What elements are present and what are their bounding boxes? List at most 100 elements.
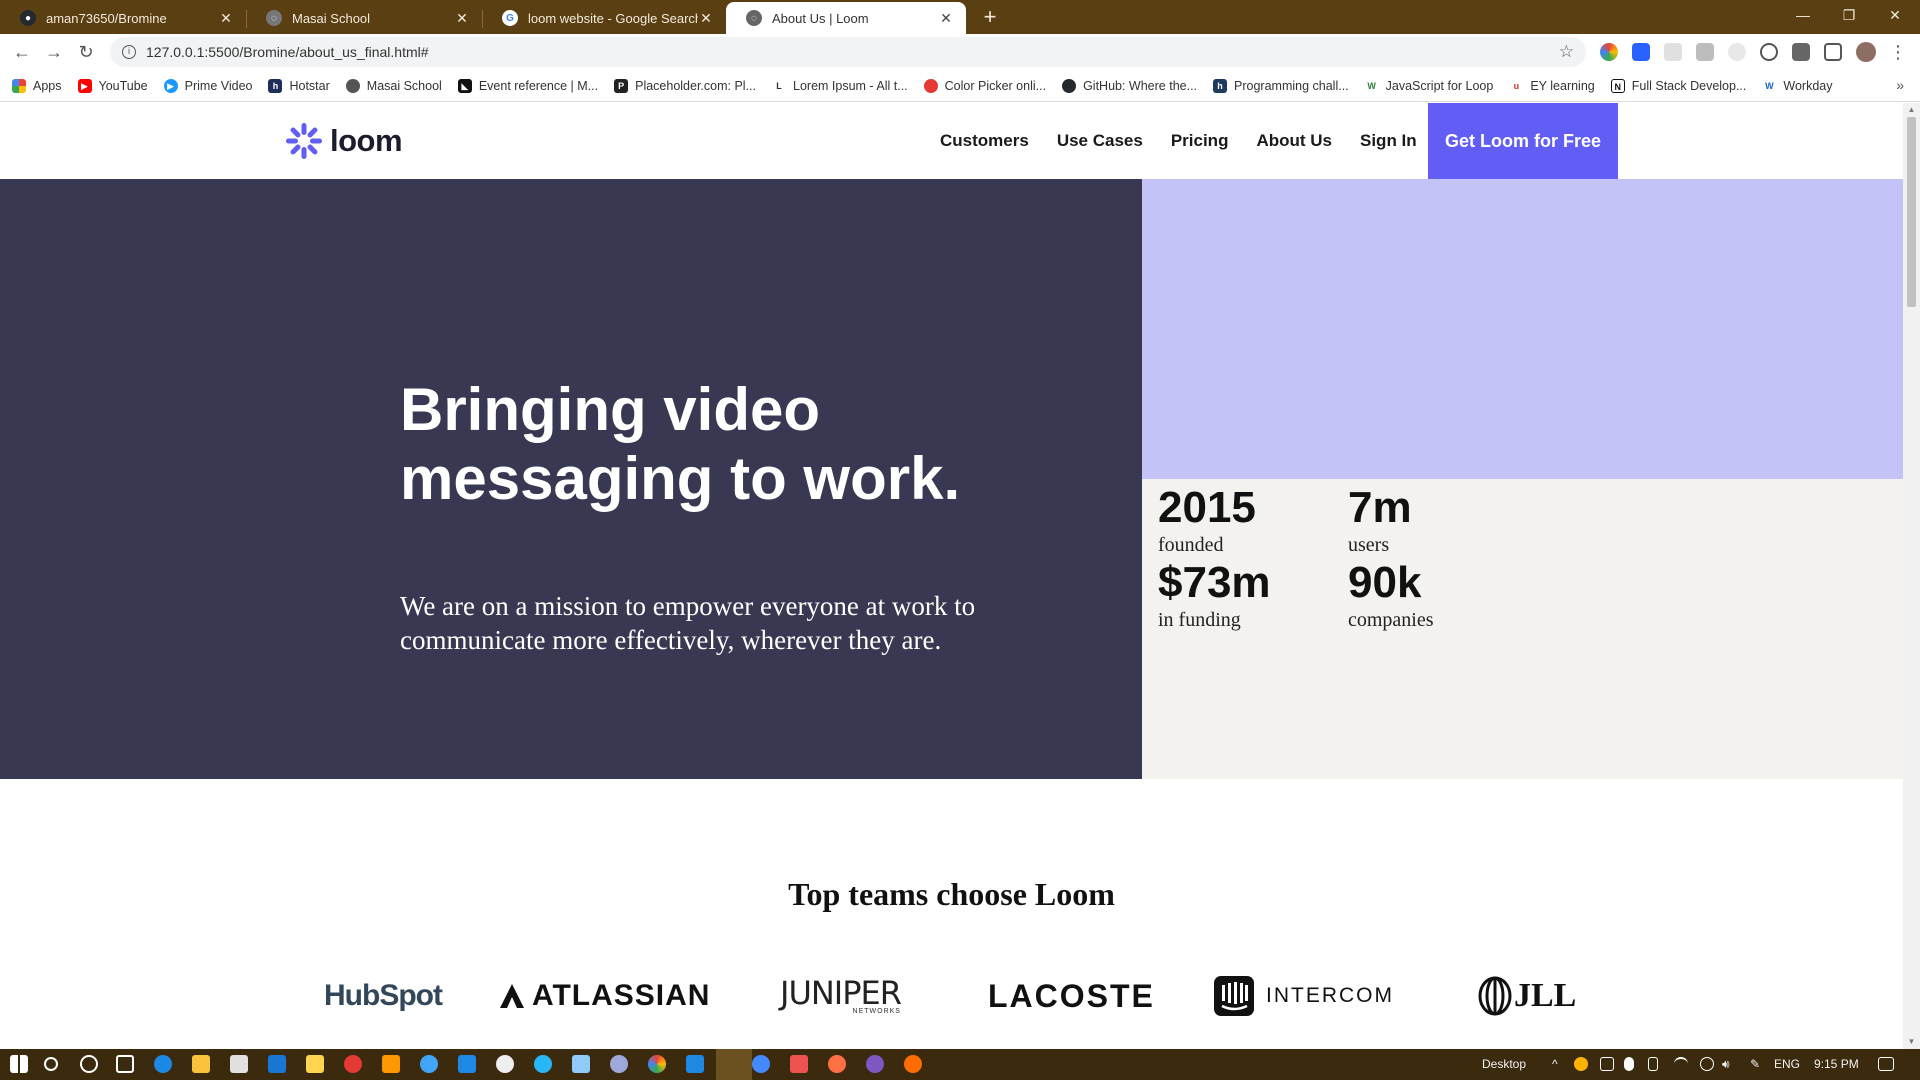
close-tab-icon[interactable]: ✕ — [218, 10, 234, 27]
nav-about-us[interactable]: About Us — [1256, 131, 1332, 151]
extension-icon[interactable] — [1728, 43, 1746, 61]
bookmark-item[interactable]: u EY learning — [1509, 78, 1595, 93]
bookmark-item[interactable]: L Lorem Ipsum - All t... — [772, 78, 908, 93]
puzzle-extensions-icon[interactable] — [1792, 43, 1810, 61]
language-indicator[interactable]: ENG — [1774, 1057, 1800, 1071]
tray-icon[interactable] — [1624, 1057, 1634, 1071]
app-icon[interactable] — [306, 1055, 324, 1073]
app-icon[interactable] — [828, 1055, 846, 1073]
vscode-icon[interactable] — [686, 1055, 704, 1073]
nav-customers[interactable]: Customers — [940, 131, 1029, 151]
bookmark-star-icon[interactable]: ☆ — [1559, 42, 1574, 62]
prime-video-icon: ▶ — [163, 78, 178, 93]
cortana-icon[interactable] — [80, 1055, 98, 1073]
notepad-icon[interactable] — [572, 1055, 590, 1073]
show-hidden-icons[interactable]: ^ — [1552, 1057, 1558, 1071]
file-explorer-icon[interactable] — [192, 1055, 210, 1073]
bookmark-item[interactable]: Color Picker onli... — [923, 78, 1046, 93]
color-extension-icon[interactable] — [1600, 43, 1618, 61]
app-icon[interactable] — [382, 1055, 400, 1073]
bookmark-item[interactable]: ▶ Prime Video — [163, 78, 252, 93]
intercom-logo: INTERCOM — [1214, 973, 1394, 1019]
close-tab-icon[interactable]: ✕ — [698, 10, 714, 27]
chrome-icon[interactable] — [648, 1055, 666, 1073]
close-tab-icon[interactable]: ✕ — [938, 10, 954, 27]
new-tab-button[interactable]: + — [976, 4, 1004, 32]
tab-title: Masai School — [292, 10, 371, 26]
tray-icon[interactable] — [1600, 1057, 1614, 1071]
mail-icon[interactable] — [268, 1055, 286, 1073]
bookmark-item[interactable]: N Full Stack Develop... — [1610, 78, 1746, 93]
bookmark-item[interactable]: h Programming chall... — [1213, 78, 1349, 93]
menu-kebab-icon[interactable]: ⋮ — [1886, 40, 1910, 64]
chrome-active-taskbar-button[interactable] — [716, 1049, 752, 1080]
cast-icon[interactable] — [1824, 43, 1842, 61]
scroll-thumb[interactable] — [1907, 117, 1916, 307]
windows-start-icon[interactable] — [10, 1055, 28, 1073]
reload-icon[interactable]: ↻ — [74, 40, 98, 64]
bookmark-item[interactable]: Masai School — [345, 78, 442, 93]
address-bar[interactable]: i 127.0.0.1:5500/Bromine/about_us_final.… — [110, 37, 1586, 67]
app-icon[interactable] — [866, 1055, 884, 1073]
scroll-down-icon[interactable]: ▼ — [1903, 1035, 1920, 1049]
page-scrollbar[interactable]: ▲ ▼ — [1903, 103, 1920, 1049]
extension-icon[interactable] — [1760, 43, 1778, 61]
task-view-icon[interactable] — [116, 1055, 134, 1073]
firefox-icon[interactable] — [904, 1055, 922, 1073]
nav-pricing[interactable]: Pricing — [1171, 131, 1229, 151]
camera-icon[interactable] — [610, 1055, 628, 1073]
nav-sign-in[interactable]: Sign In — [1360, 131, 1417, 151]
browser-tab-active[interactable]: ◌ About Us | Loom ✕ — [726, 2, 966, 34]
search-icon[interactable] — [44, 1057, 58, 1071]
extension-icon[interactable] — [1664, 43, 1682, 61]
site-info-icon[interactable]: i — [122, 45, 136, 59]
stat-value: 2015 — [1158, 483, 1256, 532]
extension-icon[interactable] — [1696, 43, 1714, 61]
clock[interactable]: 9:15 PM — [1814, 1057, 1859, 1071]
nav-use-cases[interactable]: Use Cases — [1057, 131, 1143, 151]
juniper-logo: JUNIPER NETWORKS — [780, 973, 902, 1019]
wifi-icon[interactable] — [1674, 1057, 1688, 1071]
bookmark-item[interactable]: Apps — [12, 78, 62, 93]
download-icon[interactable] — [458, 1055, 476, 1073]
opera-icon[interactable] — [344, 1055, 362, 1073]
restore-icon[interactable]: ❐ — [1826, 0, 1872, 30]
bookmark-item[interactable]: ▶ YouTube — [77, 78, 148, 93]
browser-tab[interactable]: G loom website - Google Search ✕ — [482, 2, 726, 34]
app-icon[interactable] — [420, 1055, 438, 1073]
zoom-icon[interactable] — [752, 1055, 770, 1073]
loom-logo[interactable]: loom — [284, 121, 403, 161]
tray-icon[interactable] — [1574, 1057, 1588, 1071]
app-icon[interactable] — [496, 1055, 514, 1073]
notifications-icon[interactable] — [1878, 1057, 1894, 1071]
bookmark-item[interactable]: W Workday — [1762, 78, 1832, 93]
google-icon: G — [502, 10, 518, 26]
url-text[interactable]: 127.0.0.1:5500/Bromine/about_us_final.ht… — [146, 44, 1559, 60]
zip-extension-icon[interactable] — [1632, 43, 1650, 61]
browser-tab[interactable]: ● aman73650/Bromine ✕ — [0, 2, 246, 34]
browser-tab[interactable]: ◌ Masai School ✕ — [246, 2, 482, 34]
edge-icon[interactable] — [154, 1055, 172, 1073]
bookmark-item[interactable]: h Hotstar — [268, 78, 330, 93]
pen-icon[interactable]: ✎ — [1750, 1057, 1760, 1071]
scroll-up-icon[interactable]: ▲ — [1903, 103, 1920, 117]
bookmark-item[interactable]: P Placeholder.com: Pl... — [614, 78, 756, 93]
forward-icon[interactable]: → — [42, 40, 66, 64]
desktop-toolbar-label[interactable]: Desktop — [1482, 1057, 1526, 1071]
app-icon[interactable] — [790, 1055, 808, 1073]
network-icon[interactable] — [1700, 1057, 1714, 1071]
bookmark-item[interactable]: W JavaScript for Loop — [1364, 78, 1493, 93]
store-icon[interactable] — [230, 1055, 248, 1073]
get-loom-free-button[interactable]: Get Loom for Free — [1428, 103, 1618, 179]
back-icon[interactable]: ← — [10, 40, 34, 64]
profile-avatar[interactable] — [1856, 42, 1876, 62]
bookmark-item[interactable]: GitHub: Where the... — [1062, 78, 1197, 93]
more-bookmarks-icon[interactable]: » — [1896, 77, 1904, 93]
battery-icon[interactable] — [1648, 1057, 1658, 1071]
close-window-icon[interactable]: ✕ — [1872, 0, 1918, 30]
close-tab-icon[interactable]: ✕ — [454, 10, 470, 27]
minimize-icon[interactable]: — — [1780, 0, 1826, 30]
volume-icon[interactable]: 🔊︎ — [1722, 1057, 1730, 1072]
telegram-icon[interactable] — [534, 1055, 552, 1073]
bookmark-item[interactable]: ◣ Event reference | M... — [457, 78, 598, 93]
